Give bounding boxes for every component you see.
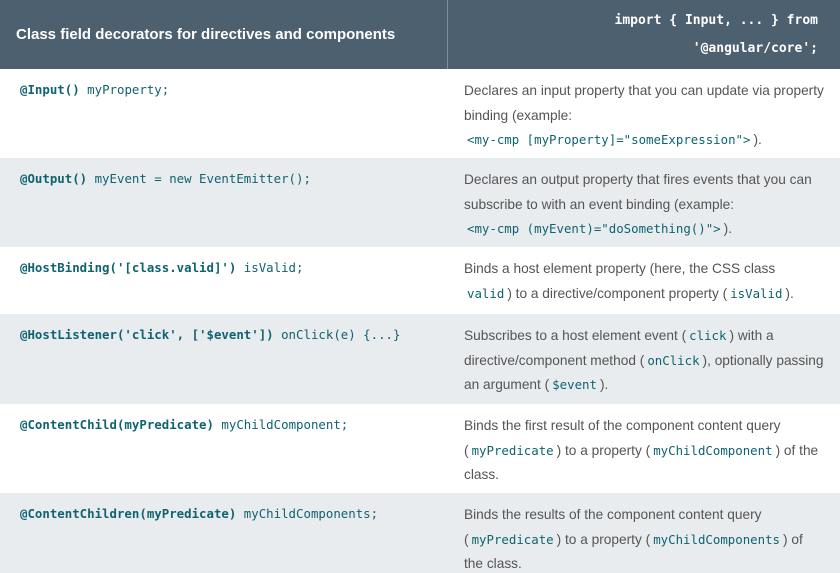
description-text: ) to a property ( xyxy=(556,531,651,547)
table-row: @HostBinding('[class.valid]') isValid; B… xyxy=(0,247,840,314)
decorator-target: isValid; xyxy=(236,260,304,275)
table-row: @Output() myEvent = new EventEmitter(); … xyxy=(0,158,840,247)
decorator-target: myChildComponents; xyxy=(236,506,379,521)
decorator-name: @Input() xyxy=(20,82,80,97)
code-snippet: $event xyxy=(552,377,597,392)
description-text: Declares an input property that you can … xyxy=(464,83,824,123)
description-text: ). xyxy=(723,221,733,236)
decorator-name: @ContentChild(myPredicate) xyxy=(20,417,214,432)
description-cell: Binds the results of the component conte… xyxy=(448,493,840,573)
description-text: Binds a host element property (here, the… xyxy=(464,261,776,276)
code-snippet: click xyxy=(689,328,727,343)
syntax-cell: @ContentChild(myPredicate) myChildCompon… xyxy=(0,404,448,493)
decorator-target: myChildComponent; xyxy=(213,417,349,432)
table-header: Class field decorators for directives an… xyxy=(0,0,840,69)
import-line-1: import { Input, ... } from xyxy=(614,12,819,28)
syntax-cell: @HostListener('click', ['$event']) onCli… xyxy=(0,314,448,404)
table-row: @ContentChildren(myPredicate) myChildCom… xyxy=(0,493,840,573)
description-cell: Declares an input property that you can … xyxy=(448,69,840,158)
syntax-cell: @Input() myProperty; xyxy=(0,69,448,158)
decorator-name: @HostListener('click', ['$event']) xyxy=(20,327,274,342)
description-cell: Declares an output property that fires e… xyxy=(448,158,840,247)
description-text: ). xyxy=(785,285,794,301)
description-text: Declares an output property that fires e… xyxy=(464,172,812,212)
description-cell: Subscribes to a host element event (clic… xyxy=(448,314,840,404)
decorator-target: onClick(e) {...} xyxy=(273,327,401,342)
description-cell: Binds a host element property (here, the… xyxy=(448,247,840,314)
decorator-target: myProperty; xyxy=(79,82,170,97)
header-title: Class field decorators for directives an… xyxy=(0,0,448,69)
decorator-target: myEvent = new EventEmitter(); xyxy=(87,171,311,186)
header-import: import { Input, ... } from '@angular/cor… xyxy=(448,0,840,69)
description-cell: Binds the first result of the component … xyxy=(448,404,840,493)
description-text: ) to a property ( xyxy=(556,442,651,458)
decorator-name: @ContentChildren(myPredicate) xyxy=(20,506,237,521)
code-snippet: <my-cmp (myEvent)="doSomething()"> xyxy=(467,221,721,236)
description-text: Subscribes to a host element event ( xyxy=(464,328,687,343)
code-snippet: valid xyxy=(467,285,505,301)
code-snippet: myPredicate xyxy=(471,531,554,547)
decorators-table: Class field decorators for directives an… xyxy=(0,0,840,573)
syntax-cell: @ContentChildren(myPredicate) myChildCom… xyxy=(0,493,448,573)
description-text: ). xyxy=(599,377,609,392)
code-snippet: onClick xyxy=(647,352,700,368)
table-row: @ContentChild(myPredicate) myChildCompon… xyxy=(0,404,840,493)
code-snippet: myChildComponents xyxy=(653,531,781,547)
code-snippet: myPredicate xyxy=(471,442,554,458)
code-snippet: isValid xyxy=(730,285,783,301)
syntax-cell: @HostBinding('[class.valid]') isValid; xyxy=(0,247,448,314)
code-snippet: myChildComponent xyxy=(653,442,773,458)
decorator-name: @HostBinding('[class.valid]') xyxy=(20,260,237,275)
import-line-2: '@angular/core'; xyxy=(692,40,818,56)
description-text: ). xyxy=(753,132,762,147)
syntax-cell: @Output() myEvent = new EventEmitter(); xyxy=(0,158,448,247)
table-row: @HostListener('click', ['$event']) onCli… xyxy=(0,314,840,404)
table-row: @Input() myProperty; Declares an input p… xyxy=(0,69,840,158)
description-text: ) to a directive/component property ( xyxy=(507,285,728,301)
code-snippet: <my-cmp [myProperty]="someExpression"> xyxy=(467,132,751,147)
decorator-name: @Output() xyxy=(20,171,88,186)
